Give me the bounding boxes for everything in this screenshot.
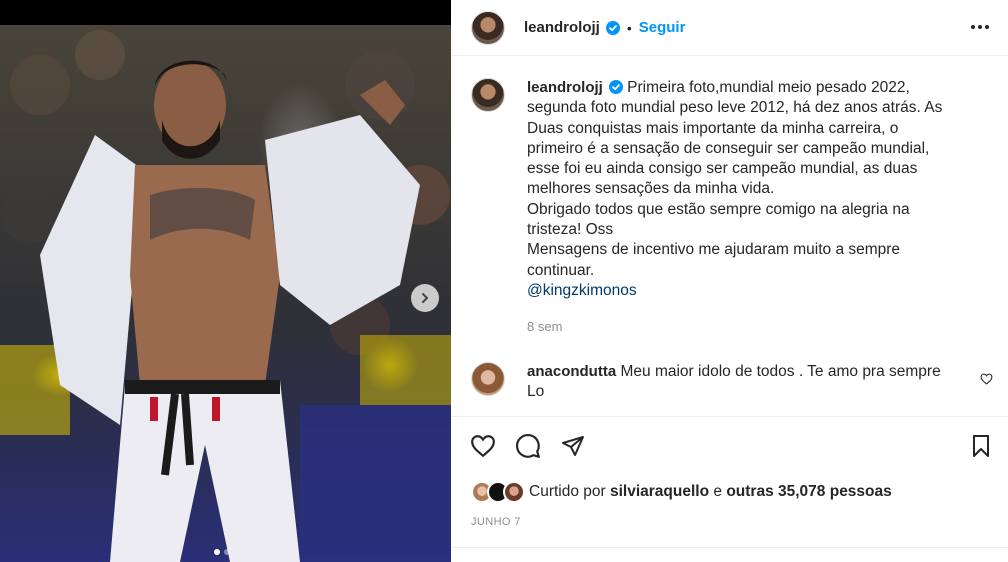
post-photo xyxy=(0,25,451,562)
verified-badge-icon xyxy=(608,80,623,94)
divider xyxy=(451,547,1008,548)
verified-badge-icon xyxy=(605,20,620,35)
comment-like-button[interactable] xyxy=(980,372,993,390)
carousel-dot-2 xyxy=(224,549,230,555)
caption-line: segunda foto mundial peso leve 2012, há … xyxy=(527,99,943,117)
action-icons xyxy=(470,433,586,459)
carousel-next-button[interactable] xyxy=(411,284,439,312)
caption-text: leandrolojj Primeira foto,mundial meio p… xyxy=(527,78,977,301)
header-separator: • xyxy=(626,19,632,36)
chevron-right-icon xyxy=(422,293,428,303)
likes-others[interactable]: outras 35,078 pessoas xyxy=(726,483,891,501)
post-side-panel: leandrolojj • Seguir leandrolojj Primeir… xyxy=(451,0,1008,562)
comment-item: anacondutta Meu maior idolo de todos . T… xyxy=(471,362,1001,403)
post-header: leandrolojj • Seguir xyxy=(451,0,1008,56)
post-caption: leandrolojj Primeira foto,mundial meio p… xyxy=(471,78,996,301)
author-avatar[interactable] xyxy=(471,10,505,45)
share-button[interactable] xyxy=(560,433,586,459)
photo-illustration xyxy=(0,30,451,562)
more-options-button[interactable] xyxy=(970,17,990,37)
commenter-avatar[interactable] xyxy=(471,362,505,396)
caption-line: esse foi eu ainda consigo ser campeão mu… xyxy=(527,160,918,178)
caption-line: primeiro é a sensação de conseguir ser c… xyxy=(527,139,930,157)
likes-summary: Curtido por silviaraquello e outras 35,0… xyxy=(471,481,892,503)
caption-line: melhores sensações da minha vida. xyxy=(527,180,775,198)
caption-line: Primeira foto,mundial meio pesado 2022, xyxy=(627,79,910,96)
follow-button[interactable]: Seguir xyxy=(639,19,686,36)
author-username[interactable]: leandrolojj xyxy=(524,19,600,36)
post-actions: Curtido por silviaraquello e outras 35,0… xyxy=(451,416,1008,562)
caption-author-avatar[interactable] xyxy=(471,78,505,112)
likes-prefix: Curtido por xyxy=(529,483,606,500)
share-icon xyxy=(562,436,584,456)
post-media xyxy=(0,0,451,562)
caption-line: Duas conquistas mais importante da minha… xyxy=(527,119,899,137)
caption-line: Obrigado todos que estão sempre comigo n… xyxy=(527,200,910,218)
liker-avatar xyxy=(503,481,525,503)
heart-icon xyxy=(471,435,495,458)
comment-icon xyxy=(516,434,540,458)
post-date[interactable]: JUNHO 7 xyxy=(471,516,521,528)
save-button[interactable] xyxy=(968,433,994,459)
post-time-ago[interactable]: 8 sem xyxy=(527,319,562,334)
like-button[interactable] xyxy=(470,433,496,459)
carousel-dot-1 xyxy=(214,549,220,555)
likers-avatars xyxy=(471,481,525,503)
comment-body: Meu maior idolo de todos . Te amo pra se… xyxy=(620,363,941,380)
bookmark-icon xyxy=(973,435,989,457)
liker-username[interactable]: silviaraquello xyxy=(610,483,709,501)
mention-link[interactable]: @kingzkimonos xyxy=(527,282,637,299)
comment-body-cont: Lo xyxy=(527,383,545,401)
heart-icon xyxy=(980,373,993,385)
comment-button[interactable] xyxy=(515,433,541,459)
more-horizontal-icon xyxy=(971,25,989,29)
caption-username[interactable]: leandrolojj xyxy=(527,79,603,96)
likes-connector: e xyxy=(713,483,723,500)
comment-text: anacondutta Meu maior idolo de todos . T… xyxy=(527,362,967,403)
commenter-username[interactable]: anacondutta xyxy=(527,363,616,380)
carousel-dots xyxy=(214,549,230,555)
caption-line: tristeza! Oss xyxy=(527,221,614,239)
caption-line: Mensagens de incentivo me ajudaram muito… xyxy=(527,241,901,259)
caption-line: continuar. xyxy=(527,261,595,279)
